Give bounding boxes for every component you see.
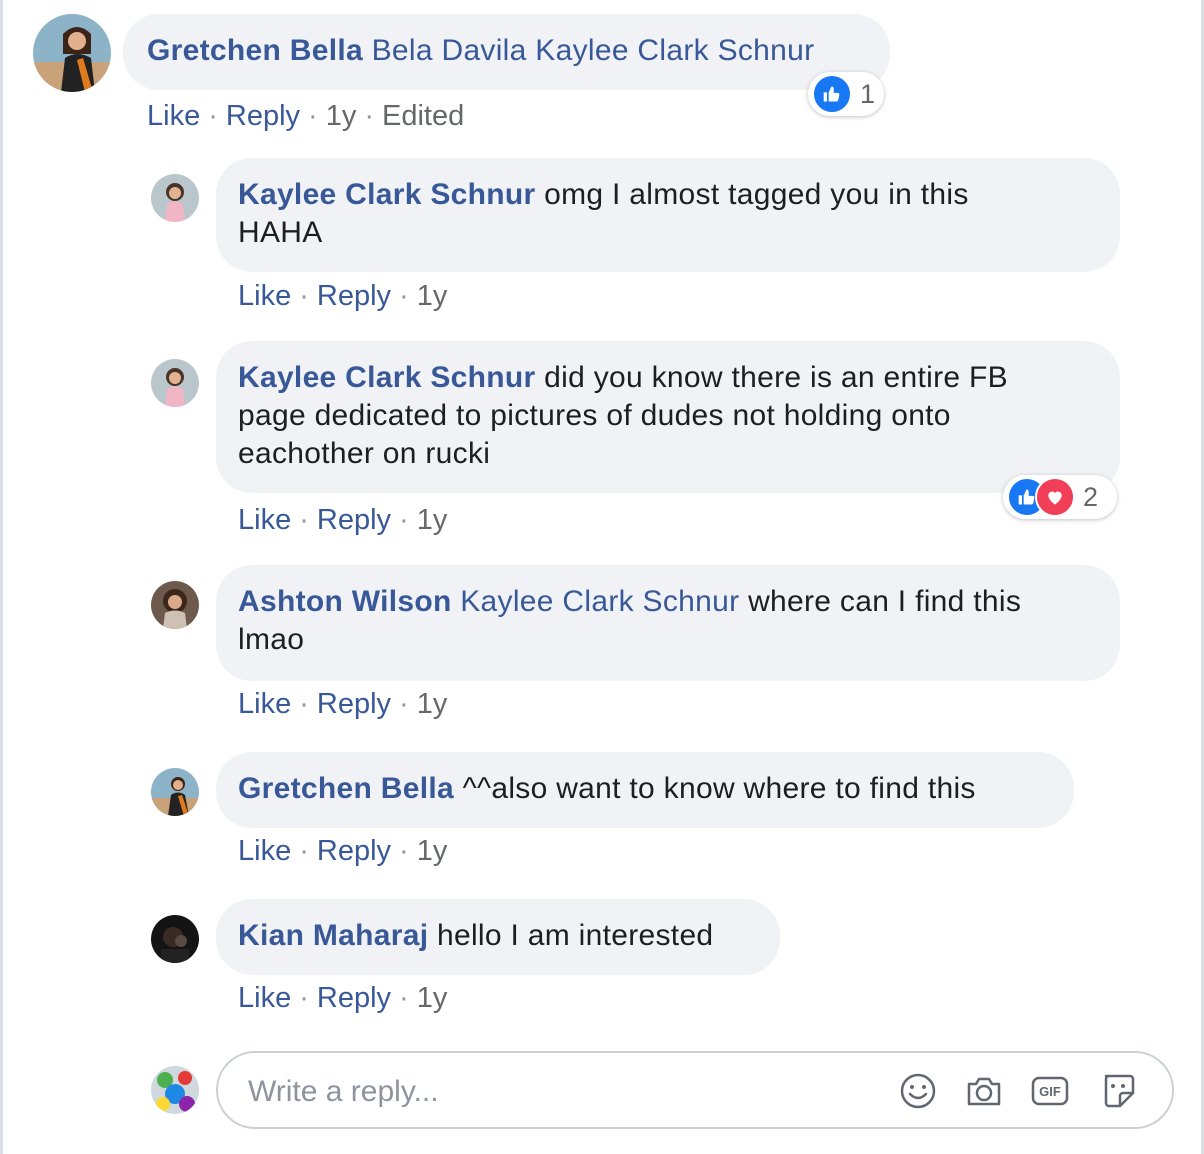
reaction-summary[interactable]: 2 [1003,475,1117,519]
comment-author[interactable]: Gretchen Bella [147,34,363,67]
reply-link[interactable]: Reply [317,982,391,1014]
avatar[interactable] [33,14,111,92]
reply-line: Ashton Wilson Kaylee Clark Schnur where … [238,583,1098,621]
avatar[interactable] [151,581,199,629]
reply-author[interactable]: Kian Maharaj [238,919,428,952]
reply-text: HAHA [238,216,323,249]
current-user-avatar [151,1066,199,1114]
reply-line: Kaylee Clark Schnur did you know there i… [238,359,1098,397]
like-link[interactable]: Like [147,100,200,132]
reply-text: did you know there is an entire FB [544,361,1008,394]
reply-text: eachother on rucki [238,437,491,470]
separator-dot: · [399,280,409,312]
reaction-count: 1 [860,78,876,109]
sticker-icon[interactable] [1098,1071,1138,1111]
timestamp[interactable]: 1y [417,280,448,312]
like-link[interactable]: Like [238,504,291,536]
timestamp[interactable]: 1y [417,982,448,1014]
reply-link[interactable]: Reply [317,835,391,867]
separator-dot: · [299,280,309,312]
reply-text: where can I find this [748,585,1022,618]
svg-text:GIF: GIF [1039,1084,1061,1099]
like-link[interactable]: Like [238,982,291,1014]
reply-author[interactable]: Ashton Wilson [238,585,452,618]
avatar[interactable] [151,359,199,407]
like-link[interactable]: Like [238,835,291,867]
reply-bubble: Kaylee Clark Schnur omg I almost tagged … [216,158,1120,272]
gif-icon[interactable]: GIF [1030,1071,1070,1111]
reply-bubble: Kaylee Clark Schnur did you know there i… [216,341,1120,493]
reply-bubble: Kian Maharaj hello I am interested [216,899,780,975]
reply-text: ^^also want to know where to find this [462,772,976,805]
reaction-count: 2 [1083,481,1099,512]
reply-author[interactable]: Kaylee Clark Schnur [238,178,536,211]
timestamp[interactable]: 1y [326,100,357,132]
like-link[interactable]: Like [238,280,291,312]
separator-dot: · [299,982,309,1014]
separator-dot: · [299,688,309,720]
reply-bubble: Gretchen Bella ^^also want to know where… [216,752,1074,828]
reply-author[interactable]: Gretchen Bella [238,772,454,805]
reply-text: hello I am interested [436,919,714,952]
emoji-icon[interactable] [898,1071,938,1111]
reply-text: omg I almost tagged you in this [544,178,969,211]
timestamp[interactable]: 1y [417,504,448,536]
like-link[interactable]: Like [238,688,291,720]
reply-author[interactable]: Kaylee Clark Schnur [238,361,536,394]
reaction-summary[interactable]: 1 [808,72,884,116]
avatar[interactable] [151,915,199,963]
avatar[interactable] [151,174,199,222]
separator-dot: · [399,504,409,536]
timestamp[interactable]: 1y [417,835,448,867]
timestamp[interactable]: 1y [417,688,448,720]
reply-composer[interactable]: GIF [216,1051,1174,1129]
reply-link[interactable]: Reply [226,100,300,132]
reply-text: page dedicated to pictures of dudes not … [238,399,951,432]
reply-line: Kaylee Clark Schnur omg I almost tagged … [238,176,1098,214]
comment-actions: Like · Reply · 1y · Edited [147,98,464,134]
love-reaction-icon [1035,477,1075,517]
reply-bubble: Ashton Wilson Kaylee Clark Schnur where … [216,565,1120,681]
reply-link[interactable]: Reply [317,504,391,536]
reply-actions: Like · Reply · 1y [238,502,447,538]
avatar[interactable] [151,768,199,816]
separator-dot: · [208,100,218,132]
tagged-name[interactable]: Kaylee Clark Schnur [460,585,739,618]
separator-dot: · [364,100,375,132]
edited-label[interactable]: Edited [382,100,464,132]
comment-bubble: Gretchen Bella Bela Davila Kaylee Clark … [123,14,890,90]
separator-dot: · [308,100,318,132]
tagged-names[interactable]: Bela Davila Kaylee Clark Schnur [372,34,815,67]
separator-dot: · [399,688,409,720]
separator-dot: · [399,835,409,867]
reply-input[interactable] [246,1069,850,1115]
reply-actions: Like · Reply · 1y [238,686,447,722]
camera-icon[interactable] [964,1071,1004,1111]
separator-dot: · [299,504,309,536]
reply-link[interactable]: Reply [317,688,391,720]
reply-actions: Like · Reply · 1y [238,833,447,869]
separator-dot: · [299,835,309,867]
reply-actions: Like · Reply · 1y [238,980,447,1016]
separator-dot: · [399,982,409,1014]
like-reaction-icon [812,74,852,114]
reply-text: lmao [238,623,305,656]
reply-link[interactable]: Reply [317,280,391,312]
reply-actions: Like · Reply · 1y [238,278,447,314]
frame-border-left [0,0,3,1154]
